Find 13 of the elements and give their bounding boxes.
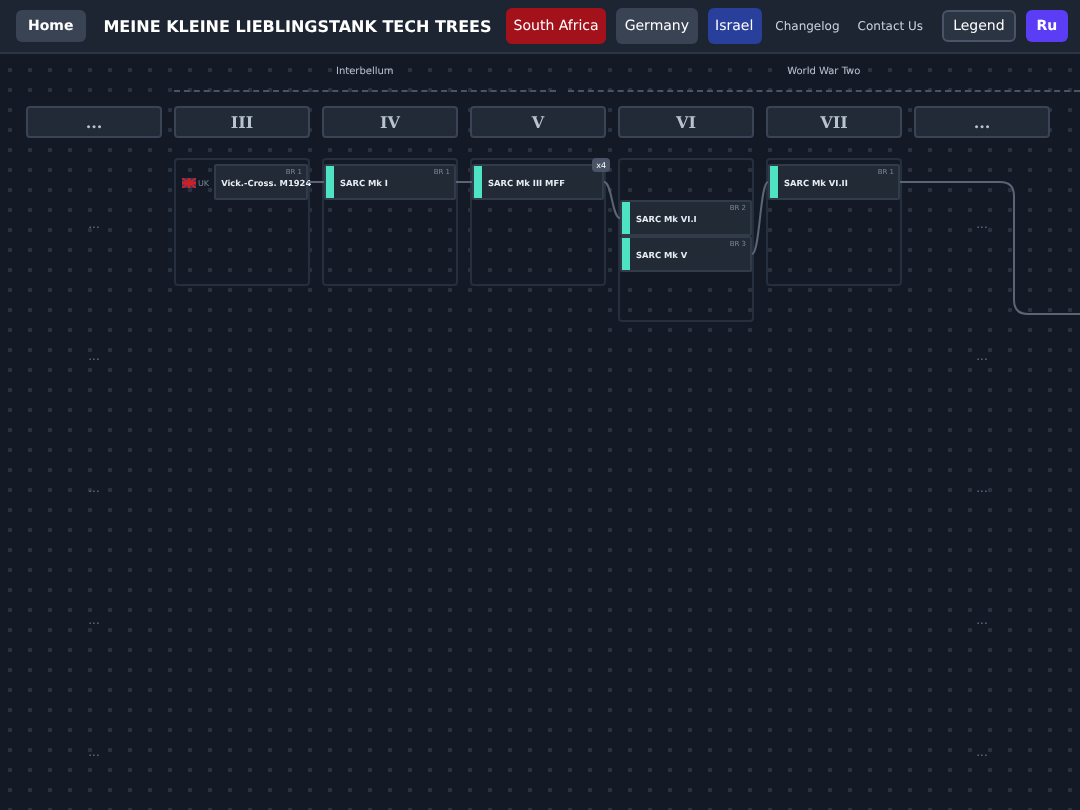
tier-header[interactable]: VII: [766, 106, 902, 138]
tier-header[interactable]: VI: [618, 106, 754, 138]
connector-line: [307, 181, 325, 183]
flag-icon: [182, 177, 196, 187]
connector-line: [455, 181, 473, 183]
tier-header[interactable]: III: [174, 106, 310, 138]
connector-line: [603, 181, 621, 219]
site-title: MEINE KLEINE LIEBLINGSTANK TECH TREES: [103, 17, 492, 35]
tier-header[interactable]: ...: [914, 106, 1050, 138]
tier-header[interactable]: ...: [26, 106, 162, 138]
tier-header[interactable]: V: [470, 106, 606, 138]
tier-header[interactable]: IV: [322, 106, 458, 138]
connector-line: [751, 181, 769, 255]
